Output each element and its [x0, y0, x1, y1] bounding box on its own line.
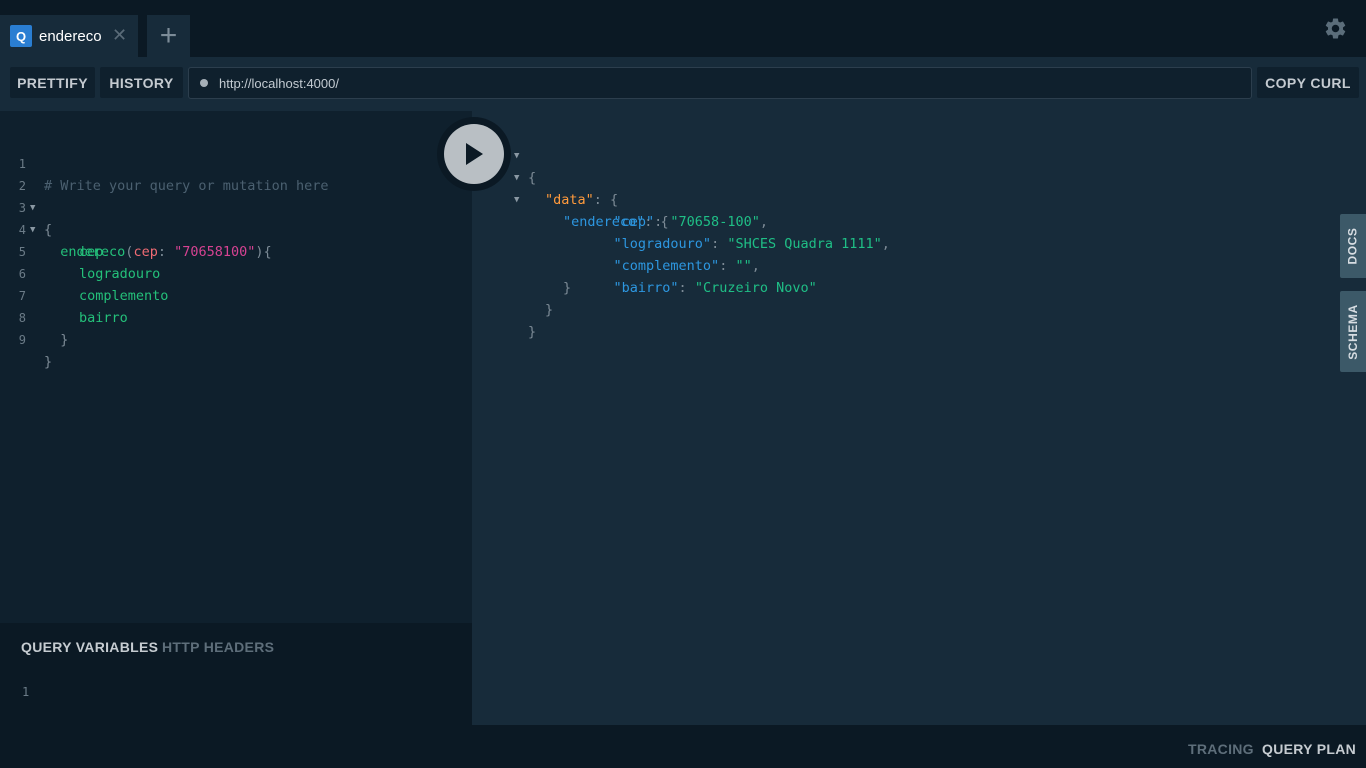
result-line: "logradouro": "SHCES Quadra 1111",: [613, 236, 890, 252]
editor-line: 8 }: [0, 285, 472, 348]
tab-endereco[interactable]: Q endereco ✕: [0, 15, 138, 57]
result-line: ▼ "endereco": {: [472, 167, 1352, 230]
endpoint-url-input[interactable]: http://localhost:4000/: [188, 67, 1252, 99]
close-icon[interactable]: ✕: [112, 26, 127, 44]
tab-label: endereco: [39, 27, 102, 45]
run-button-ring: [437, 117, 511, 191]
result-line: "complemento": "",: [613, 258, 760, 274]
query-editor[interactable]: 1 # Write your query or mutation here 2 …: [0, 111, 472, 623]
query-variables-panel: QUERY VARIABLES HTTP HEADERS 1: [0, 623, 472, 725]
play-icon: [466, 143, 483, 165]
endpoint-url: http://localhost:4000/: [219, 75, 339, 91]
editor-line: 7 bairro: [0, 263, 472, 326]
brace: }: [44, 354, 53, 370]
docs-tab-label: DOCS: [1346, 227, 1361, 265]
fold-arrow-icon[interactable]: ▼: [514, 189, 519, 211]
gear-icon[interactable]: [1323, 16, 1348, 41]
editor-line: 1 # Write your query or mutation here: [0, 131, 472, 194]
toolbar: PRETTIFY HISTORY http://localhost:4000/ …: [0, 57, 1366, 111]
result-line: "cep": "70658-100",: [613, 214, 768, 230]
result-line: "bairro": "Cruzeiro Novo": [613, 280, 817, 296]
tab-bar: Q endereco ✕ +: [0, 0, 1366, 57]
history-button[interactable]: HISTORY: [100, 67, 183, 98]
line-number: 9: [18, 333, 26, 347]
result-line: ▼ {: [472, 123, 1352, 186]
result-pane: ▼ { ▼ "data": { ▼ "endereco": { "cep": "…: [472, 111, 1366, 725]
result-line: }: [563, 280, 572, 296]
add-tab-button[interactable]: +: [147, 15, 190, 57]
docs-tab[interactable]: DOCS: [1340, 214, 1366, 278]
query-plan-tab[interactable]: QUERY PLAN: [1262, 741, 1356, 757]
tracing-tab[interactable]: TRACING: [1188, 741, 1254, 757]
json-key: "bairro": [613, 280, 679, 296]
footer-bar: TRACING QUERY PLAN: [0, 725, 1366, 768]
editor-line: 5 logradouro: [0, 219, 472, 282]
prettify-button[interactable]: PRETTIFY: [10, 67, 95, 98]
brace: }: [44, 332, 69, 348]
line-number: 1: [22, 685, 30, 699]
json-value: "Cruzeiro Novo": [694, 280, 817, 296]
editor-line: 9 }: [0, 307, 472, 370]
result-line: ▼ "data": {: [472, 145, 1352, 208]
run-query-button[interactable]: [444, 124, 504, 184]
copy-curl-button[interactable]: COPY CURL: [1257, 67, 1359, 98]
schema-tab[interactable]: SCHEMA: [1340, 291, 1366, 372]
status-dot-icon: [200, 79, 208, 87]
result-line: }: [545, 302, 554, 318]
editor-line: 6 complemento: [0, 241, 472, 304]
result-line: }: [528, 324, 537, 340]
tab-query-variables[interactable]: QUERY VARIABLES: [21, 639, 158, 655]
schema-tab-label: SCHEMA: [1346, 303, 1361, 360]
editor-line: 2 ▼ {: [0, 153, 472, 238]
query-badge: Q: [10, 25, 32, 47]
tab-http-headers[interactable]: HTTP HEADERS: [162, 639, 274, 655]
editor-line: 4 cep: [0, 197, 472, 260]
editor-line: 3 ▼ endereco(cep: "70658100"){: [0, 175, 472, 260]
